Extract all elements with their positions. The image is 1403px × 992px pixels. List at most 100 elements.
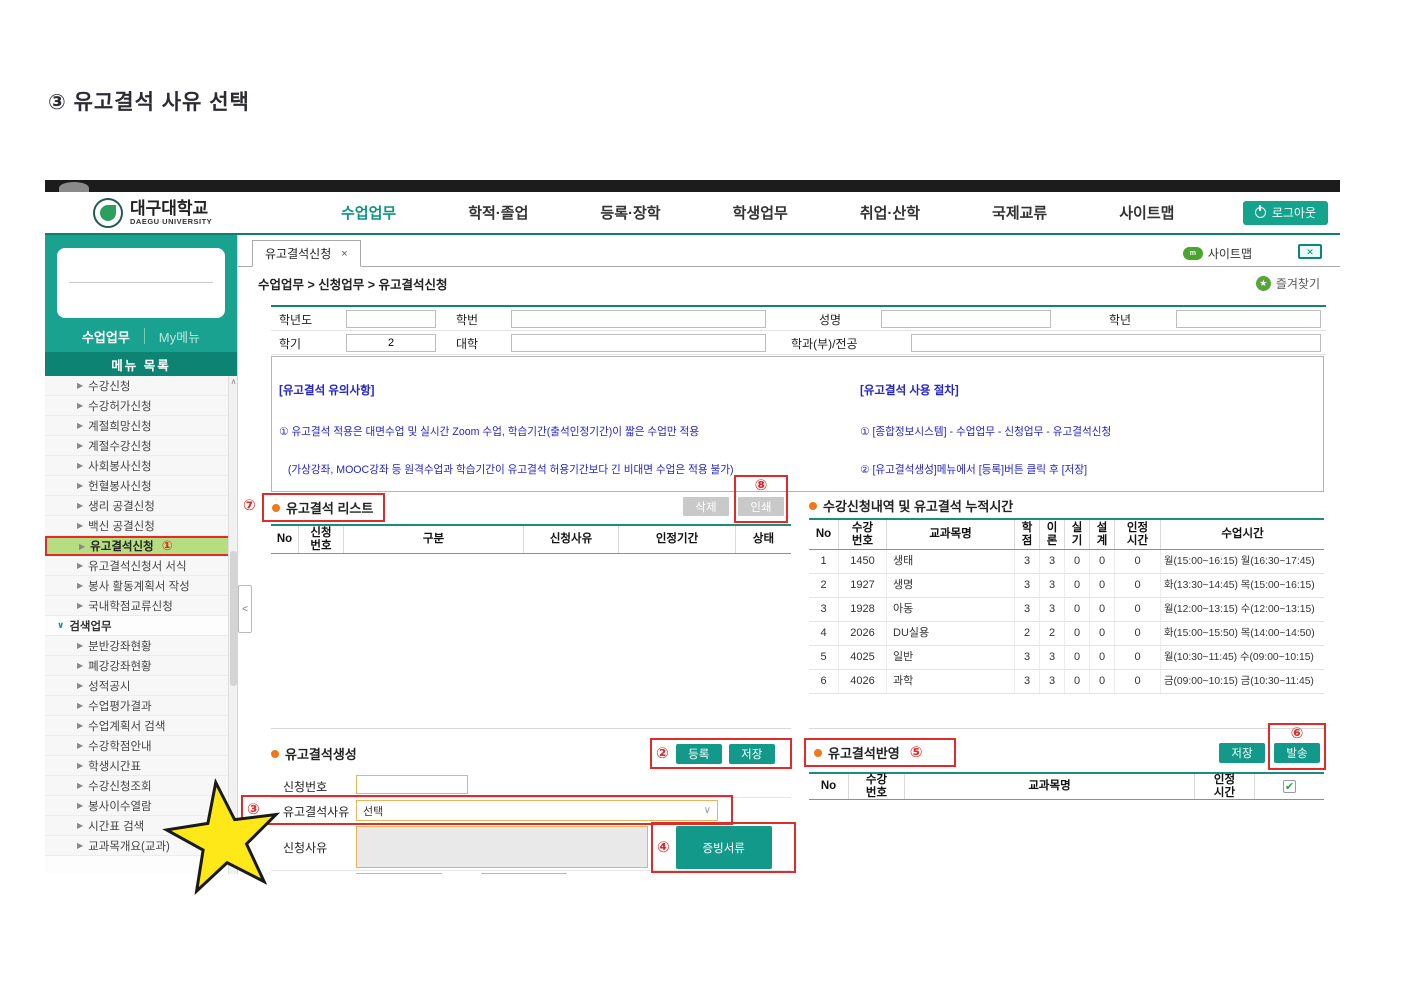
college-label: 대학 — [456, 337, 479, 351]
sidebar-item-closed-courses[interactable]: ▶ 폐강강좌현황 — [45, 656, 237, 676]
attachment-box: ④ 증빙서류 — [651, 822, 796, 873]
sidebar-item-sugang[interactable]: ▶ 수강신청 — [45, 376, 237, 396]
name-input[interactable] — [881, 310, 1051, 328]
reflection-table: No 수강 번호 교과목명 인정 시간 ✔ — [809, 772, 1324, 800]
divider — [809, 728, 1324, 729]
studentno-input[interactable] — [511, 310, 766, 328]
annotation-4: ④ — [657, 839, 670, 856]
breadcrumb: 수업업무 > 신청업무 > 유고결석신청 — [258, 278, 448, 292]
tab-absence-apply[interactable]: 유고결석신청 × — [252, 240, 361, 267]
app-window: 대구대학교 DAEGU UNIVERSITY 수업업무 학적·졸업 등록·장학 … — [45, 180, 1340, 874]
year-input[interactable] — [346, 310, 436, 328]
sidebar-item-credit-guide[interactable]: ▶ 수강학점안내 — [45, 736, 237, 756]
sidebar-item-grade-posting[interactable]: ▶ 성적공시 — [45, 676, 237, 696]
period-start-input[interactable] — [356, 873, 442, 874]
nav-student[interactable]: 학생업무 — [733, 202, 788, 223]
course-row[interactable]: 6 4026 과학 3 3 0 0 0 금(09:00~10:15) 금(10:30~11:45… — [809, 670, 1324, 694]
dept-input[interactable] — [911, 334, 1321, 352]
sidebar-collapse-handle[interactable]: < — [238, 585, 252, 633]
course-row[interactable]: 2 1927 생명 3 3 0 0 0 화(13:30~14:45) 목(15:00~16:15… — [809, 574, 1324, 598]
nav-records[interactable]: 학적·졸업 — [468, 202, 528, 223]
triangle-icon: ▶ — [77, 481, 84, 490]
scrollbar-thumb[interactable] — [230, 551, 237, 686]
student-info-form: 학년도 학번 성명 학년 학기 대학 학과(부)/전공 — [271, 305, 1326, 355]
triangle-icon: ▶ — [79, 541, 86, 551]
triangle-icon: ▶ — [77, 561, 84, 570]
dept-label: 학과(부)/전공 — [791, 337, 858, 351]
send-button[interactable]: 발송 — [1274, 743, 1320, 763]
page: ③ 유고결석 사유 선택 대구대학교 DAEGU UNIVERSITY 수업업무… — [0, 0, 1403, 992]
course-row[interactable]: 5 4025 일반 3 3 0 0 0 월(10:30~11:45) 수(09:00~10:15… — [809, 646, 1324, 670]
sidebar-item-blood-service[interactable]: ▶ 헌혈봉사신청 — [45, 476, 237, 496]
sidebar-item-absence-apply[interactable]: ▶ 유고결석신청 ① — [45, 536, 237, 556]
sidebar-item-sugang-permit[interactable]: ▶ 수강허가신청 — [45, 396, 237, 416]
annotation-1: ① — [161, 538, 173, 553]
studentno-label: 학번 — [456, 313, 479, 327]
semester-input[interactable] — [346, 334, 436, 352]
delete-button[interactable]: 삭제 — [683, 497, 729, 516]
triangle-icon: ▶ — [77, 841, 84, 850]
scroll-up-icon[interactable]: ∧ — [229, 376, 237, 388]
request-no-input[interactable] — [356, 775, 468, 794]
absence-list-title: 유고결석 리스트 — [262, 493, 386, 522]
college-input[interactable] — [511, 334, 766, 352]
reason-textarea[interactable] — [356, 826, 648, 868]
university-name-en: DAEGU UNIVERSITY — [130, 216, 213, 226]
semester-label: 학기 — [279, 337, 302, 351]
notice-right: [유고결석 사용 절차] ① [종합정보시스템] - 수업업무 - 신청업무 -… — [860, 360, 1320, 491]
grade-input[interactable] — [1176, 310, 1321, 328]
triangle-icon: ▶ — [77, 701, 84, 710]
triangle-icon: ▶ — [77, 581, 84, 590]
creation-save-button[interactable]: 저장 — [728, 743, 775, 764]
nav-classwork[interactable]: 수업업무 — [341, 202, 396, 223]
bullet-icon — [272, 503, 280, 512]
bullet-icon — [809, 501, 817, 510]
sidebar-item-student-timetable[interactable]: ▶ 학생시간표 — [45, 756, 237, 776]
logout-button[interactable]: 로그아웃 — [1242, 200, 1328, 225]
sidebar-item-service-plan[interactable]: ▶ 봉사 활동계획서 작성 — [45, 576, 237, 596]
university-emblem-icon — [93, 197, 123, 228]
reason-select[interactable]: 선택 ∨ — [356, 800, 718, 821]
sidebar-item-absence-form[interactable]: ▶ 유고결석신청서 서식 — [45, 556, 237, 576]
university-name: 대구대학교 — [130, 198, 209, 218]
sidebar-group-search[interactable]: ∨ 검색업무 — [45, 616, 237, 636]
nav-sitemap[interactable]: 사이트맵 — [1119, 202, 1174, 223]
sidebar-item-credit-exchange[interactable]: ▶ 국내학점교류신청 — [45, 596, 237, 616]
course-row[interactable]: 1 1450 생태 3 3 0 0 0 월(15:00~16:15) 월(16:30~17:45… — [809, 550, 1324, 574]
sidebar-item-section-status[interactable]: ▶ 분반강좌현황 — [45, 636, 237, 656]
university-logo[interactable]: 대구대학교 DAEGU UNIVERSITY — [93, 197, 283, 228]
courses-table: No 수강 번호 교과목명 학 점 이 론 실 기 설 계 인정 시간 수업시간… — [809, 518, 1324, 694]
sidebar-item-social-service[interactable]: ▶ 사회봉사신청 — [45, 456, 237, 476]
course-row[interactable]: 4 2026 DU실용 2 2 0 0 0 화(15:00~15:50) 목(14:00~14:… — [809, 622, 1324, 646]
sidebar-tab-classwork[interactable]: 수업업무 — [82, 327, 130, 346]
sidebar-item-seasonal[interactable]: ▶ 계절수강신청 — [45, 436, 237, 456]
triangle-icon: ▶ — [77, 661, 84, 670]
triangle-icon: ▶ — [77, 461, 84, 470]
main-nav: 수업업무 학적·졸업 등록·장학 학생업무 취업·산학 국제교류 사이트맵 — [341, 202, 1174, 223]
sitemap-link[interactable]: m 사이트맵 — [1182, 245, 1252, 262]
sidebar-tab-mymenu[interactable]: My메뉴 — [159, 327, 200, 346]
window-close-icon[interactable]: ✕ — [1298, 244, 1322, 259]
favorite-link[interactable]: ★ 즐겨찾기 — [1255, 275, 1320, 292]
select-all-checkbox[interactable]: ✔ — [1283, 780, 1296, 793]
sidebar-item-menstrual-absence[interactable]: ▶ 생리 공결신청 — [45, 496, 237, 516]
annotation-5: ⑤ — [909, 744, 923, 761]
register-button[interactable]: 등록 — [675, 743, 722, 764]
nav-career[interactable]: 취업·산학 — [860, 202, 920, 223]
sidebar-item-eval-result[interactable]: ▶ 수업평가결과 — [45, 696, 237, 716]
sidebar-item-vaccine-absence[interactable]: ▶ 백신 공결신청 — [45, 516, 237, 536]
reason-row: 신청사유 ④ 증빙서류 — [271, 822, 796, 873]
sidebar-item-syllabus-search[interactable]: ▶ 수업계획서 검색 — [45, 716, 237, 736]
course-row[interactable]: 3 1928 아동 3 3 0 0 0 월(12:00~13:15) 수(12:00~13:15… — [809, 598, 1324, 622]
sidebar-item-seasonal-hope[interactable]: ▶ 계절희망신청 — [45, 416, 237, 436]
star-marker — [151, 769, 295, 898]
nav-registration[interactable]: 등록·장학 — [600, 202, 660, 223]
chevron-down-icon: ∨ — [57, 620, 65, 630]
attachment-button[interactable]: 증빙서류 — [675, 826, 772, 869]
year-label: 학년도 — [279, 313, 313, 327]
period-end-input[interactable] — [481, 873, 567, 874]
tab-close-icon[interactable]: × — [341, 248, 347, 260]
triangle-icon: ▶ — [77, 741, 84, 750]
reflection-save-button[interactable]: 저장 — [1219, 743, 1265, 763]
nav-international[interactable]: 국제교류 — [992, 202, 1047, 223]
